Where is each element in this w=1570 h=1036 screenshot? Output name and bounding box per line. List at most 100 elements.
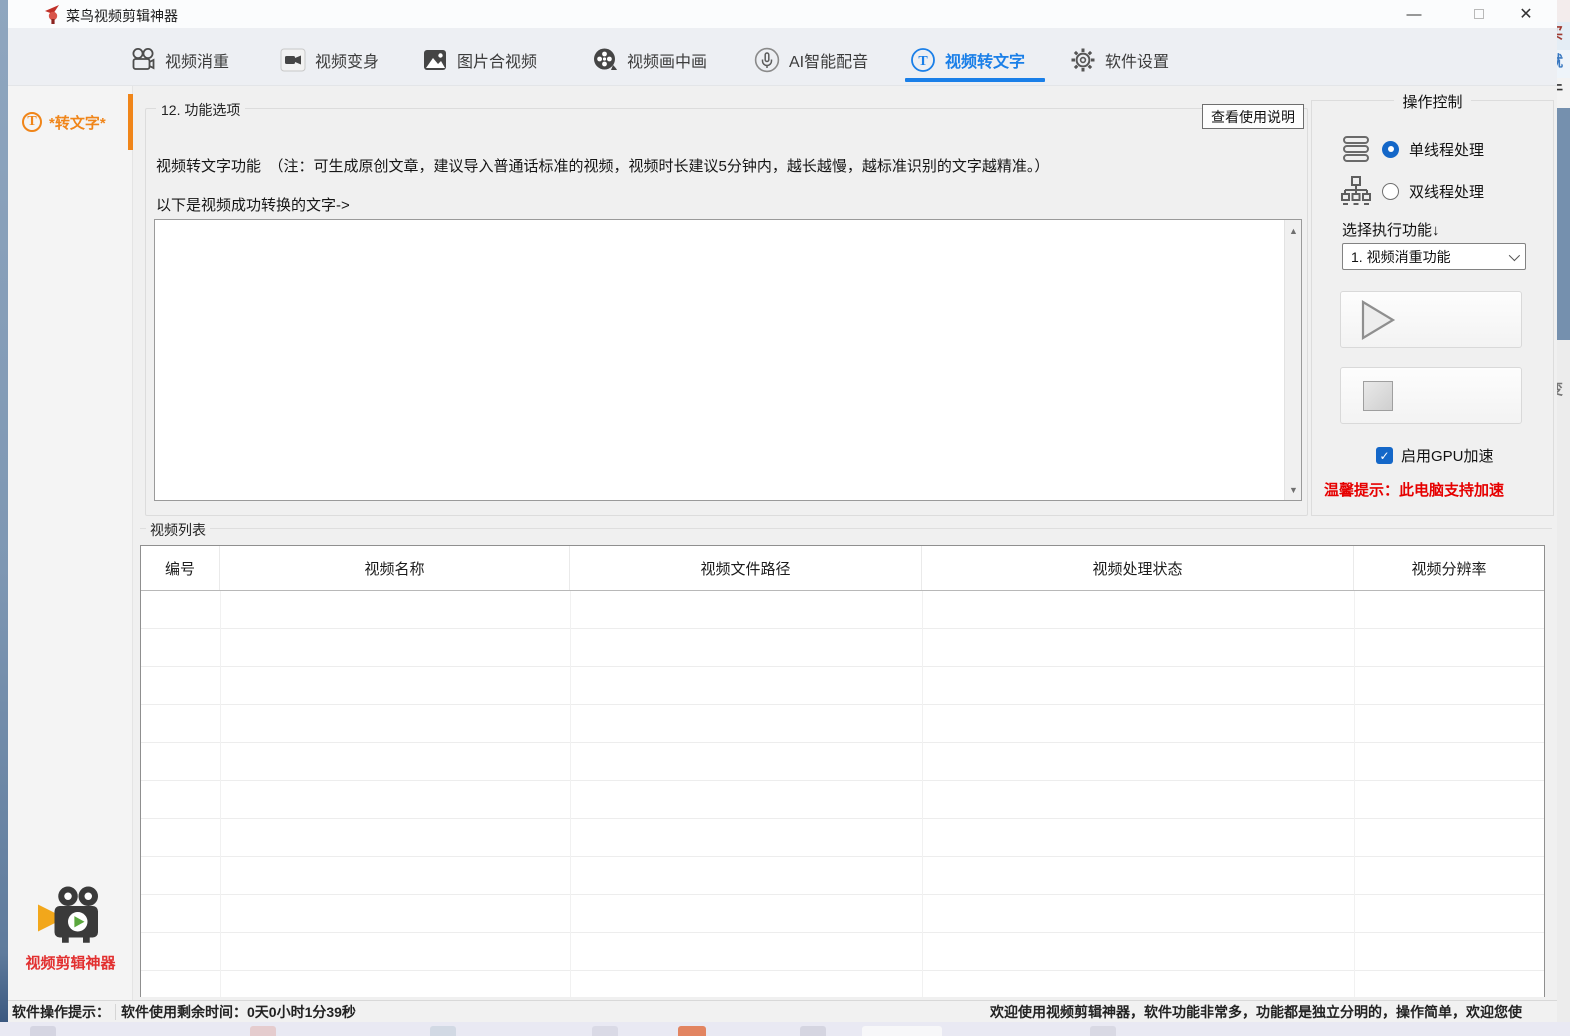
table-header-row: 编号 视频名称 视频文件路径 视频处理状态 视频分辨率	[141, 546, 1544, 591]
app-logo-caption: 视频剪辑神器	[8, 952, 133, 973]
column-header-path[interactable]: 视频文件路径	[570, 546, 922, 590]
tab-video-transform[interactable]: 视频变身	[280, 38, 379, 82]
edge-partial-char: 就	[1557, 50, 1563, 71]
column-divider	[1354, 591, 1355, 997]
column-divider	[570, 591, 571, 997]
status-separator	[115, 1004, 116, 1020]
start-button[interactable]	[1340, 291, 1522, 348]
desktop-edge-right: 买 就 牛 变	[1557, 0, 1570, 1036]
column-header-name[interactable]: 视频名称	[220, 546, 570, 590]
sidebar-item-to-text[interactable]: T *转文字*	[8, 100, 133, 144]
function-select-dropdown[interactable]: 1. 视频消重功能	[1342, 243, 1526, 270]
transcript-textarea[interactable]	[155, 220, 1301, 500]
taskbar-icon	[862, 1026, 942, 1036]
svg-text:T: T	[918, 54, 928, 69]
operation-control-panel: 操作控制 单线程处理 双线程处理 选择执行功能↓ 1. 视频消重	[1311, 100, 1554, 516]
letter-t-circle-icon: T	[910, 47, 936, 73]
tab-label: 视频画中画	[627, 48, 707, 72]
taskbar-icon	[430, 1026, 456, 1036]
taskbar-icon	[800, 1026, 826, 1036]
letter-t-icon: T	[22, 112, 42, 132]
gpu-support-tip: 温馨提示：此电脑支持加速	[1324, 479, 1504, 500]
column-header-status[interactable]: 视频处理状态	[922, 546, 1354, 590]
sidebar-active-indicator	[128, 94, 133, 150]
taskbar-icon	[250, 1026, 276, 1036]
single-thread-option[interactable]: 单线程处理	[1340, 133, 1484, 165]
column-header-resolution[interactable]: 视频分辨率	[1354, 546, 1544, 590]
video-list-title: 视频列表	[146, 520, 210, 540]
edge-segment: 牛	[1557, 78, 1570, 108]
remaining-time-text: 软件使用剩余时间：0天0小时1分39秒	[121, 1002, 356, 1022]
edge-segment: 变	[1557, 340, 1570, 1036]
view-instructions-button[interactable]: 查看使用说明	[1202, 104, 1304, 129]
single-thread-label: 单线程处理	[1409, 139, 1484, 160]
maximize-icon	[1474, 9, 1484, 19]
dual-thread-option[interactable]: 双线程处理	[1340, 175, 1484, 207]
gpu-acceleration-option[interactable]: ✓ 启用GPU加速	[1376, 445, 1494, 466]
edge-partial-char: 买	[1557, 22, 1563, 43]
tab-settings[interactable]: 软件设置	[1070, 38, 1169, 82]
edge-segment	[1557, 108, 1570, 340]
tab-label: 视频消重	[165, 48, 229, 72]
tab-video-dedup[interactable]: 视频消重	[130, 38, 229, 82]
tab-picture-in-picture[interactable]: 视频画中画	[592, 38, 707, 82]
org-tree-icon	[1340, 175, 1372, 207]
stacked-bars-icon	[1340, 133, 1372, 165]
table-body-empty	[141, 591, 1544, 997]
gear-icon	[1070, 47, 1096, 73]
edge-segment	[1557, 0, 1570, 22]
single-thread-radio[interactable]	[1382, 141, 1399, 158]
minimize-button[interactable]: —	[1391, 0, 1437, 28]
edge-partial-char: 牛	[1557, 78, 1563, 99]
microphone-icon	[754, 47, 780, 73]
transcript-hint: 以下是视频成功转换的文字->	[156, 194, 350, 215]
app-logo-camera-icon	[35, 882, 107, 948]
welcome-text: 欢迎使用视频剪辑神器，软件功能非常多，功能都是独立分明的，操作简单，欢迎您使	[990, 1002, 1550, 1022]
edge-segment: 就	[1557, 50, 1570, 78]
edge-segment: 买	[1557, 22, 1570, 50]
close-icon: ✕	[1519, 4, 1532, 24]
status-hint-label: 软件操作提示：	[8, 1002, 110, 1022]
film-reel-icon	[592, 47, 618, 73]
column-header-id[interactable]: 编号	[141, 546, 220, 590]
transcript-area-frame: ▲ ▼	[154, 219, 1302, 501]
tab-label: 软件设置	[1105, 48, 1169, 72]
app-window: 菜鸟视频剪辑神器 — ✕ 视频消重 视频变身 图片合视频	[8, 0, 1557, 1022]
function-select-label: 选择执行功能↓	[1342, 219, 1440, 240]
tab-image-to-video[interactable]: 图片合视频	[422, 38, 537, 82]
scroll-down-icon[interactable]: ▼	[1285, 481, 1302, 498]
taskbar-icon	[678, 1026, 706, 1036]
tab-bar: 视频消重 视频变身 图片合视频 视频画中画 AI智能配音	[8, 28, 1557, 86]
close-button[interactable]: ✕	[1503, 0, 1549, 28]
main-content: 12. 功能选项 查看使用说明 视频转文字功能 （注：可生成原创文章，建议导入普…	[134, 86, 1557, 1000]
chevron-down-icon	[1509, 249, 1520, 260]
video-list-groupline	[140, 528, 1552, 529]
column-divider	[220, 591, 221, 997]
maximize-button[interactable]	[1456, 0, 1502, 28]
tab-ai-dubbing[interactable]: AI智能配音	[754, 38, 868, 82]
function-select-value: 1. 视频消重功能	[1351, 247, 1451, 267]
tab-label: AI智能配音	[789, 48, 868, 72]
taskbar-sliver	[0, 1022, 1570, 1036]
column-divider	[922, 591, 923, 997]
tab-label: 图片合视频	[457, 48, 537, 72]
active-tab-indicator	[905, 78, 1045, 82]
function-options-group: 12. 功能选项 查看使用说明 视频转文字功能 （注：可生成原创文章，建议导入普…	[145, 108, 1308, 516]
stop-button[interactable]	[1340, 367, 1522, 424]
video-camera-icon	[280, 47, 306, 73]
edge-partial-char: 变	[1557, 378, 1563, 399]
tab-video-to-text[interactable]: T 视频转文字	[910, 38, 1025, 82]
dual-thread-radio[interactable]	[1382, 183, 1399, 200]
transcript-scrollbar[interactable]: ▲ ▼	[1284, 220, 1301, 500]
picture-icon	[422, 47, 448, 73]
play-icon	[1359, 299, 1399, 341]
gpu-checkbox-label: 启用GPU加速	[1401, 445, 1494, 466]
tab-label: 视频转文字	[945, 48, 1025, 72]
taskbar-icon	[30, 1026, 56, 1036]
tab-label: 视频变身	[315, 48, 379, 72]
function-description: 视频转文字功能 （注：可生成原创文章，建议导入普通话标准的视频，视频时长建议5分…	[156, 155, 1049, 176]
scroll-up-icon[interactable]: ▲	[1285, 222, 1302, 239]
checkbox-checked-icon[interactable]: ✓	[1376, 447, 1393, 464]
title-bar: 菜鸟视频剪辑神器 — ✕	[8, 0, 1557, 28]
minimize-icon: —	[1407, 6, 1422, 23]
